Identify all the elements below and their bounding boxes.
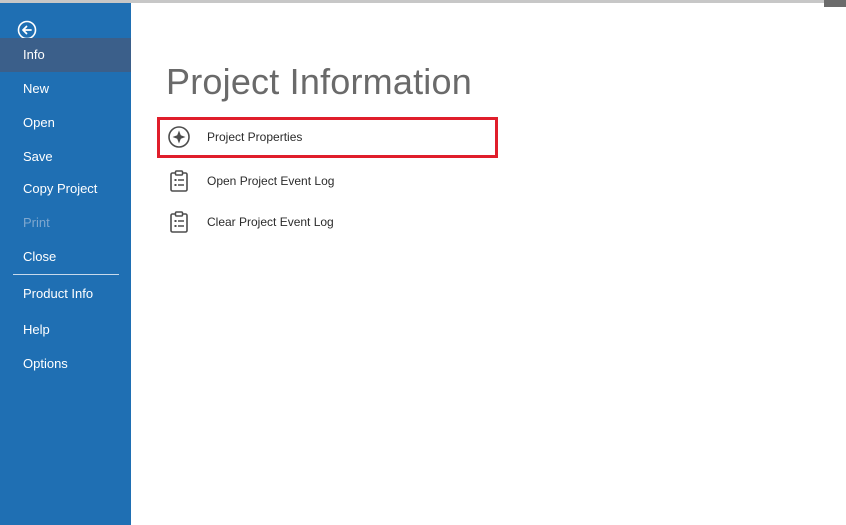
sidebar-separator [13, 274, 119, 275]
sidebar-item-help[interactable]: Help [0, 313, 131, 347]
clipboard-list-icon [166, 209, 192, 235]
back-button[interactable] [17, 20, 37, 40]
sidebar-item-label: Product Info [23, 286, 94, 301]
sidebar-item-save[interactable]: Save [0, 140, 131, 174]
clear-event-log-button[interactable]: Clear Project Event Log [157, 202, 497, 242]
sidebar-item-product-info[interactable]: Product Info [0, 277, 131, 311]
backstage-sidebar: Info New Open Save Copy Project Print Cl… [0, 3, 131, 525]
sidebar-item-label: Options [23, 356, 68, 371]
highlight-box [157, 117, 498, 158]
sidebar-item-options[interactable]: Options [0, 347, 131, 381]
sidebar-item-open[interactable]: Open [0, 106, 131, 140]
sidebar-item-info[interactable]: Info [0, 38, 131, 72]
open-event-log-button[interactable]: Open Project Event Log [157, 161, 497, 201]
action-label: Open Project Event Log [207, 174, 335, 188]
sidebar-item-print: Print [0, 206, 131, 240]
sidebar-item-new[interactable]: New [0, 72, 131, 106]
clipboard-list-icon [166, 168, 192, 194]
sidebar-item-label: Print [23, 215, 50, 230]
sidebar-item-label: Open [23, 115, 55, 130]
sidebar-item-label: Save [23, 149, 53, 164]
sidebar-item-label: Info [23, 47, 45, 62]
sidebar-item-copy-project[interactable]: Copy Project [0, 172, 131, 206]
sidebar-item-label: Copy Project [23, 181, 98, 196]
main-content: Project Information Project Properties O… [131, 3, 846, 525]
sidebar-item-close[interactable]: Close [0, 240, 131, 274]
sidebar-item-label: Close [23, 249, 57, 264]
sidebar-item-label: Help [23, 322, 50, 337]
back-arrow-icon [17, 20, 37, 40]
page-title: Project Information [166, 61, 472, 102]
action-label: Clear Project Event Log [207, 215, 334, 229]
sidebar-item-label: New [23, 81, 50, 96]
